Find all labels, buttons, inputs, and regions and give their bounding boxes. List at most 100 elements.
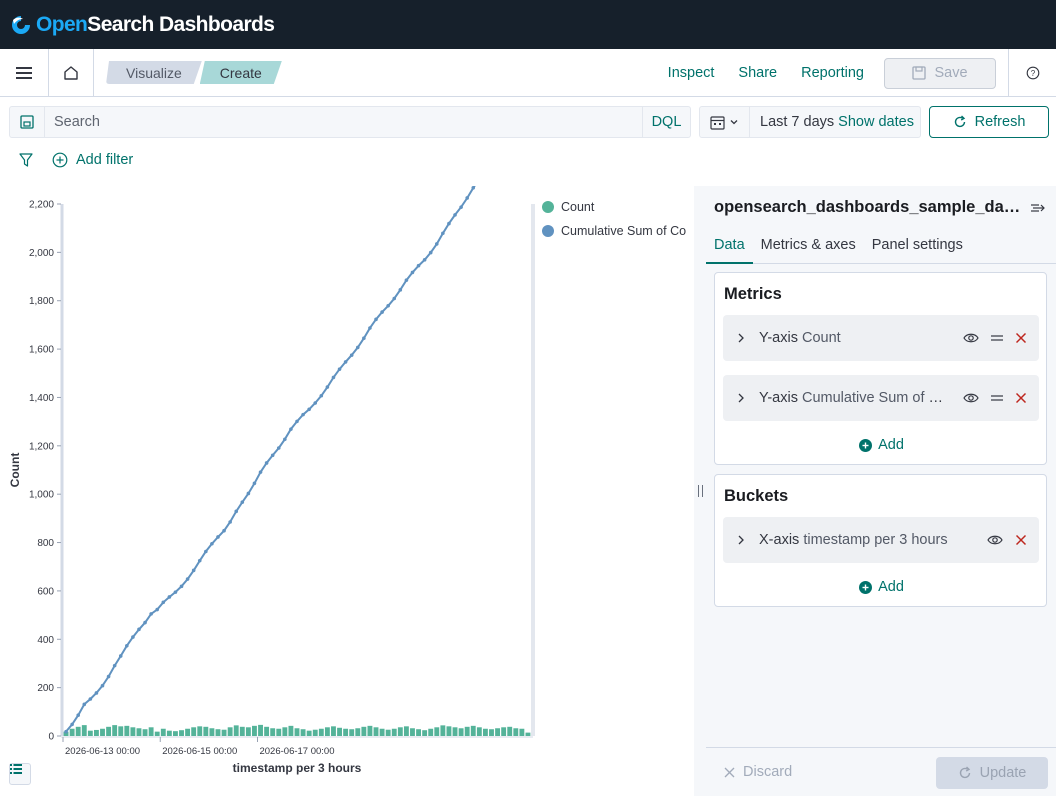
search-input[interactable] xyxy=(45,107,642,137)
panel-resize-handle[interactable] xyxy=(694,186,706,796)
query-language-button[interactable]: DQL xyxy=(642,107,690,137)
add-bucket-button[interactable]: Add xyxy=(715,579,1048,595)
refresh-button[interactable]: Refresh xyxy=(929,106,1049,138)
drag-grab-icon[interactable] xyxy=(991,394,1003,402)
line-point xyxy=(410,270,415,275)
bar xyxy=(264,726,270,736)
drag-grab-icon[interactable] xyxy=(991,334,1003,342)
editor-tabs: Data Metrics & axes Panel settings xyxy=(706,234,1056,264)
tab-panel-settings[interactable]: Panel settings xyxy=(864,234,971,264)
quick-date-menu-button[interactable] xyxy=(700,107,750,137)
metrics-section: Metrics Y-axis Count Y-axis Cumulative S… xyxy=(714,272,1047,465)
line-point xyxy=(453,213,457,217)
bar xyxy=(464,726,470,736)
line-point xyxy=(131,635,135,639)
visualization-area: 0 200 400 600 800 1,000 1,200 1,400 1,600 1,800 2,… xyxy=(0,186,694,796)
line-point xyxy=(149,612,153,616)
add-filter-button[interactable]: Add filter xyxy=(52,152,133,168)
x-tick-label: 2026-06-17 00:00 xyxy=(259,746,334,757)
line-point xyxy=(434,242,439,246)
share-link[interactable]: Share xyxy=(738,65,777,81)
y-tick-label: 600 xyxy=(37,586,54,597)
line-point xyxy=(70,722,74,727)
legend-label[interactable]: Count xyxy=(561,200,595,214)
inspect-link[interactable]: Inspect xyxy=(668,65,715,81)
chevron-right-icon[interactable] xyxy=(736,392,746,404)
home-icon xyxy=(64,65,78,80)
refresh-icon xyxy=(959,766,970,779)
line-point xyxy=(258,470,263,474)
line-point xyxy=(307,407,311,412)
line-point xyxy=(76,713,80,718)
eye-icon[interactable] xyxy=(963,392,979,404)
saved-queries-button[interactable] xyxy=(10,107,45,137)
tab-data[interactable]: Data xyxy=(706,234,753,264)
chevron-right-icon[interactable] xyxy=(736,332,746,344)
bar xyxy=(434,727,440,736)
bar xyxy=(482,728,488,736)
discard-button[interactable]: Discard xyxy=(724,764,792,780)
bar xyxy=(361,726,367,736)
line-point xyxy=(368,326,372,330)
tab-metrics-axes[interactable]: Metrics & axes xyxy=(753,234,864,264)
line-point xyxy=(301,412,305,417)
bar xyxy=(130,727,136,736)
line-point xyxy=(313,401,318,405)
add-metric-button[interactable]: Add xyxy=(715,437,1048,453)
legend-label[interactable]: Cumulative Sum of Count xyxy=(561,224,694,238)
remove-icon[interactable] xyxy=(1015,534,1027,546)
line-point xyxy=(191,568,196,573)
y-axis-title: Count xyxy=(8,453,22,488)
add-metric-label: Add xyxy=(878,437,904,453)
show-dates-link[interactable]: Show dates xyxy=(838,114,914,130)
opensearch-logo[interactable]: OpenSearch Dashboards xyxy=(10,13,275,37)
line-point xyxy=(228,520,232,524)
bar xyxy=(367,725,373,736)
metric-agg-cumulative-sum[interactable]: Y-axis Cumulative Sum of Count xyxy=(723,375,1039,421)
filter-bar: Add filter xyxy=(0,146,133,174)
collapse-panel-icon[interactable] xyxy=(1030,201,1046,215)
filter-menu-button[interactable] xyxy=(0,146,52,174)
bar xyxy=(93,729,99,736)
eye-icon[interactable] xyxy=(987,534,1003,546)
line-point xyxy=(386,304,390,308)
x-tick-label: 2026-06-13 00:00 xyxy=(65,746,140,757)
eye-icon[interactable] xyxy=(963,332,979,344)
line-point xyxy=(264,461,269,465)
line-point xyxy=(118,654,123,658)
bar xyxy=(197,726,203,736)
bar xyxy=(87,730,93,736)
save-button[interactable]: Save xyxy=(884,57,996,89)
bar xyxy=(458,728,464,736)
line-point xyxy=(398,288,403,292)
reporting-link[interactable]: Reporting xyxy=(801,65,864,81)
line-point xyxy=(204,549,208,554)
bar xyxy=(227,727,233,736)
y-tick-label: 1,400 xyxy=(29,393,54,404)
legend-toggle-button[interactable] xyxy=(9,763,31,785)
line-point xyxy=(276,446,281,450)
y-tick-label: 1,800 xyxy=(29,296,54,307)
plus-in-circle-filled-icon xyxy=(859,580,873,594)
breadcrumb-create: Create xyxy=(200,61,282,84)
update-button[interactable]: Update xyxy=(936,757,1048,789)
bar xyxy=(349,729,355,736)
bucket-agg-x-axis[interactable]: X-axis timestamp per 3 hours xyxy=(723,517,1039,563)
bar xyxy=(75,726,81,736)
menu-button[interactable] xyxy=(0,49,48,97)
home-button[interactable] xyxy=(48,48,94,97)
remove-icon[interactable] xyxy=(1015,332,1027,344)
remove-icon[interactable] xyxy=(1015,392,1027,404)
list-icon xyxy=(10,764,22,774)
line-point xyxy=(185,577,190,581)
app-bar: Visualize Create Inspect Share Reporting… xyxy=(0,48,1056,97)
chevron-right-icon[interactable] xyxy=(736,534,746,546)
legend-marker xyxy=(542,201,554,213)
add-filter-label: Add filter xyxy=(76,152,134,168)
y-tick-label: 2,200 xyxy=(29,200,54,211)
bar xyxy=(331,726,336,736)
help-button[interactable]: ? xyxy=(1008,49,1056,97)
metric-agg-count[interactable]: Y-axis Count xyxy=(723,315,1039,361)
breadcrumb-visualize[interactable]: Visualize xyxy=(106,61,202,84)
x-tick-label: 2026-06-15 00:00 xyxy=(162,746,237,757)
